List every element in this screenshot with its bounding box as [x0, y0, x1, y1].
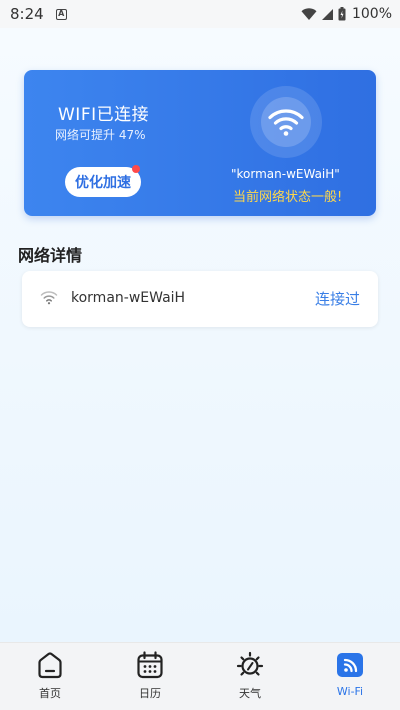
status-icons: 100% [301, 6, 392, 22]
signal-icon [321, 8, 333, 20]
connected-ssid: "korman-wEWaiH" [231, 167, 340, 181]
optimize-button[interactable]: 优化加速 [65, 165, 141, 197]
network-state-text: 当前网络状态一般! [233, 190, 343, 205]
calendar-icon [137, 651, 163, 679]
network-ssid: korman-wEWaiH [71, 290, 186, 306]
wifi-icon-circle [250, 86, 322, 158]
weather-icon [236, 651, 264, 676]
battery-percent: 100% [351, 6, 392, 22]
wifi-tab-icon [337, 653, 363, 677]
wifi-status-card: WIFI已连接 网络可提升 47% 优化加速 "korman-wEWaiH" 当… [24, 70, 376, 216]
wifi-connected-title: WIFI已连接 [58, 105, 150, 125]
nav-label-weather: 天气 [239, 687, 261, 700]
network-list-item[interactable]: korman-wEWaiH 连接过 [22, 271, 378, 327]
nav-item-home[interactable]: 首页 [0, 643, 100, 710]
battery-icon [338, 7, 346, 21]
bottom-nav: 首页 日历 天气 Wi-Fi [0, 642, 400, 710]
optimize-button-label: 优化加速 [75, 175, 131, 191]
nav-item-weather[interactable]: 天气 [200, 643, 300, 710]
notification-dot [132, 165, 140, 173]
nav-item-calendar[interactable]: 日历 [100, 643, 200, 710]
wifi-status-icon [301, 7, 317, 20]
nav-item-wifi[interactable]: Wi-Fi [300, 643, 400, 710]
home-icon [38, 652, 62, 679]
main-content: WIFI已连接 网络可提升 47% 优化加速 "korman-wEWaiH" 当… [0, 28, 400, 642]
status-bar: 8:24 A 100% [0, 0, 400, 28]
status-time: 8:24 [10, 5, 44, 23]
wifi-icon [268, 109, 304, 136]
nav-label-home: 首页 [39, 687, 61, 700]
a-icon: A [55, 8, 67, 20]
section-title-network-details: 网络详情 [18, 246, 83, 265]
network-connected-status: 连接过 [314, 290, 360, 308]
wifi-signal-icon [40, 291, 58, 305]
nav-label-wifi: Wi-Fi [336, 685, 364, 698]
boost-text: 网络可提升 47% [55, 128, 146, 142]
nav-label-calendar: 日历 [139, 687, 161, 700]
